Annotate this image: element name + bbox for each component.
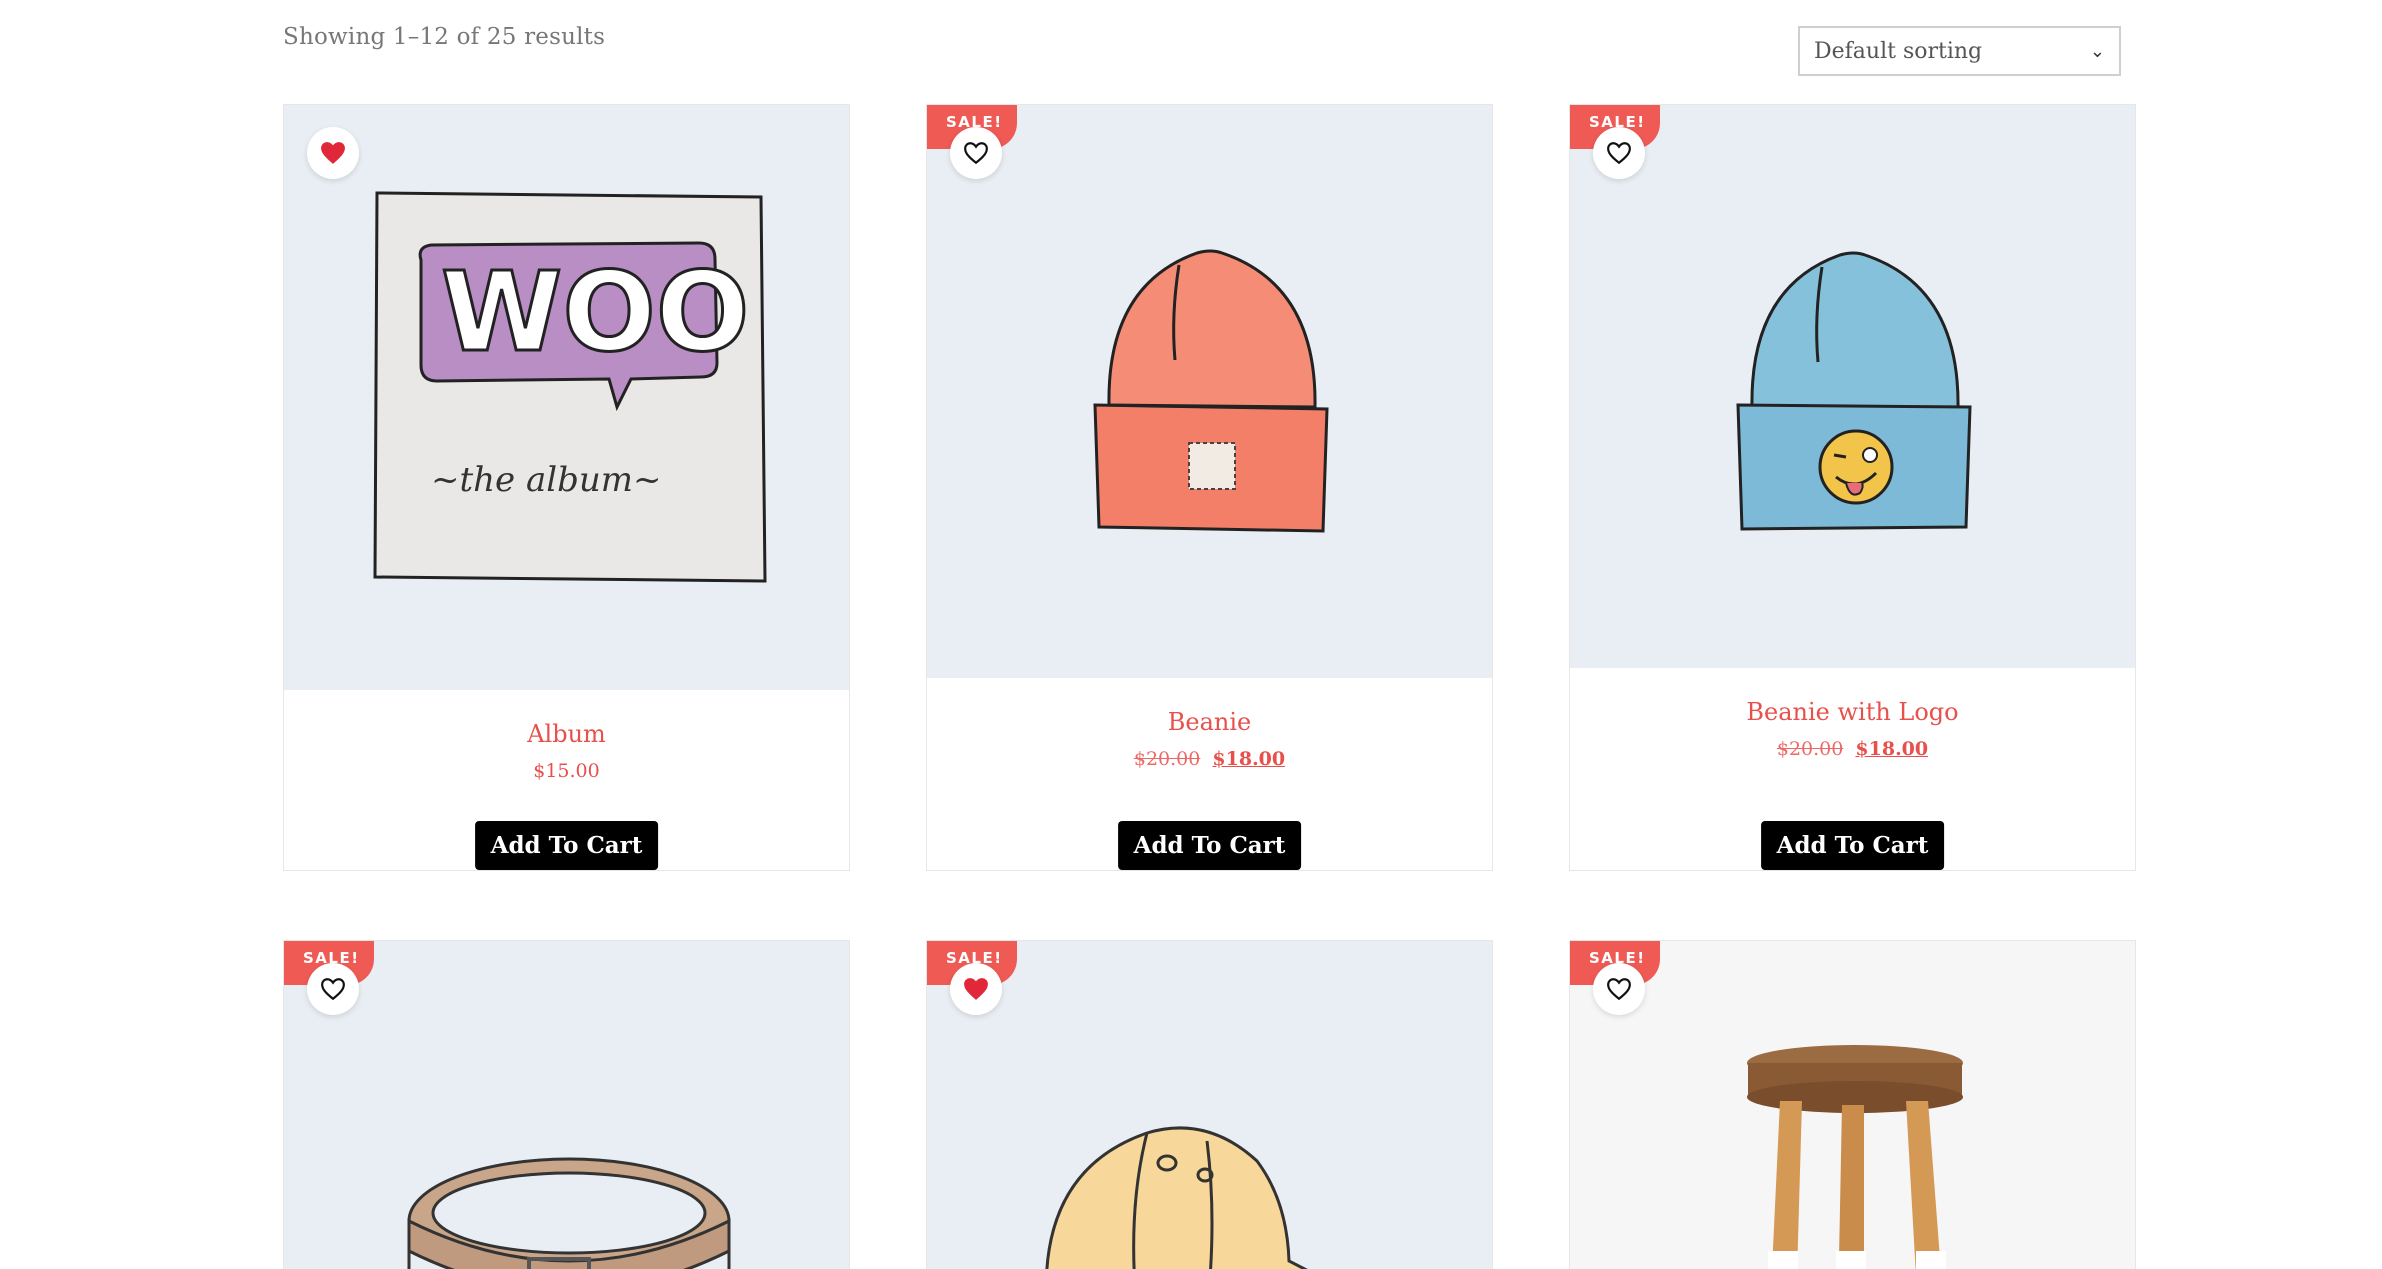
wishlist-button[interactable]: [307, 127, 359, 179]
beanie-logo-illustration: [1736, 251, 1972, 531]
result-count: Showing 1–12 of 25 results: [283, 24, 606, 50]
product-card-beanie: SALE! Beanie $20.00 $18.00 Add To Cart: [926, 104, 1493, 871]
heart-outline-icon: [964, 142, 988, 165]
sort-selected-value: Default sorting: [1814, 38, 1983, 64]
current-price: $15.00: [533, 760, 600, 782]
wishlist-button[interactable]: [1593, 963, 1645, 1015]
product-card-stool: SALE!: [1569, 940, 2136, 1269]
product-title[interactable]: Album: [284, 720, 849, 748]
current-price: $18.00: [1212, 748, 1286, 770]
shop-toolbar: Showing 1–12 of 25 results Default sorti…: [283, 24, 2121, 78]
wishlist-button[interactable]: [950, 127, 1002, 179]
wishlist-button[interactable]: [950, 963, 1002, 1015]
product-title[interactable]: Beanie: [927, 708, 1492, 736]
product-info: Beanie with Logo $20.00 $18.00 Add To Ca…: [1570, 668, 2135, 870]
product-card-album: WOO ~the album~ Album $15.00 Add To Cart: [283, 104, 850, 871]
chevron-down-icon: ⌄: [2089, 40, 2105, 62]
product-title[interactable]: Beanie with Logo: [1570, 698, 2135, 726]
product-card-beanie-with-logo: SALE! Beanie with Logo $20.00 $18.00 Add…: [1569, 104, 2136, 871]
product-info: Album $15.00 Add To Cart: [284, 690, 849, 870]
product-price: $20.00 $18.00: [1570, 738, 2135, 760]
product-price: $15.00: [284, 760, 849, 782]
heart-outline-icon: [321, 978, 345, 1001]
heart-outline-icon: [1607, 978, 1631, 1001]
product-info: Beanie $20.00 $18.00 Add To Cart: [927, 678, 1492, 870]
add-to-cart-button[interactable]: Add To Cart: [1117, 821, 1302, 870]
add-to-cart-button[interactable]: Add To Cart: [1760, 821, 1945, 870]
product-image[interactable]: SALE!: [927, 105, 1492, 678]
old-price: $20.00: [1776, 738, 1844, 760]
svg-text:WOO: WOO: [441, 248, 749, 376]
product-image[interactable]: WOO ~the album~: [284, 105, 849, 690]
svg-text:~the album~: ~the album~: [431, 460, 662, 500]
old-price: $20.00: [1133, 748, 1201, 770]
album-illustration: WOO ~the album~: [373, 191, 767, 583]
add-to-cart-button[interactable]: Add To Cart: [474, 821, 659, 870]
heart-filled-icon: [964, 978, 988, 1000]
beanie-illustration: [1093, 249, 1329, 533]
heart-filled-icon: [321, 142, 345, 164]
product-image[interactable]: SALE!: [284, 941, 849, 1269]
stool-illustration: [1747, 1045, 1963, 1269]
wishlist-button[interactable]: [307, 963, 359, 1015]
current-price: $18.00: [1855, 738, 1929, 760]
belt-illustration: [407, 1157, 731, 1269]
wishlist-button[interactable]: [1593, 127, 1645, 179]
product-image[interactable]: SALE!: [927, 941, 1492, 1269]
cap-illustration: [1045, 1126, 1308, 1269]
product-card-belt: SALE!: [283, 940, 850, 1269]
product-image[interactable]: SALE!: [1570, 105, 2135, 668]
product-image[interactable]: SALE!: [1570, 941, 2135, 1269]
product-card-cap: SALE!: [926, 940, 1493, 1269]
heart-outline-icon: [1607, 142, 1631, 165]
sort-select[interactable]: Default sorting ⌄: [1798, 26, 2121, 76]
product-price: $20.00 $18.00: [927, 748, 1492, 770]
